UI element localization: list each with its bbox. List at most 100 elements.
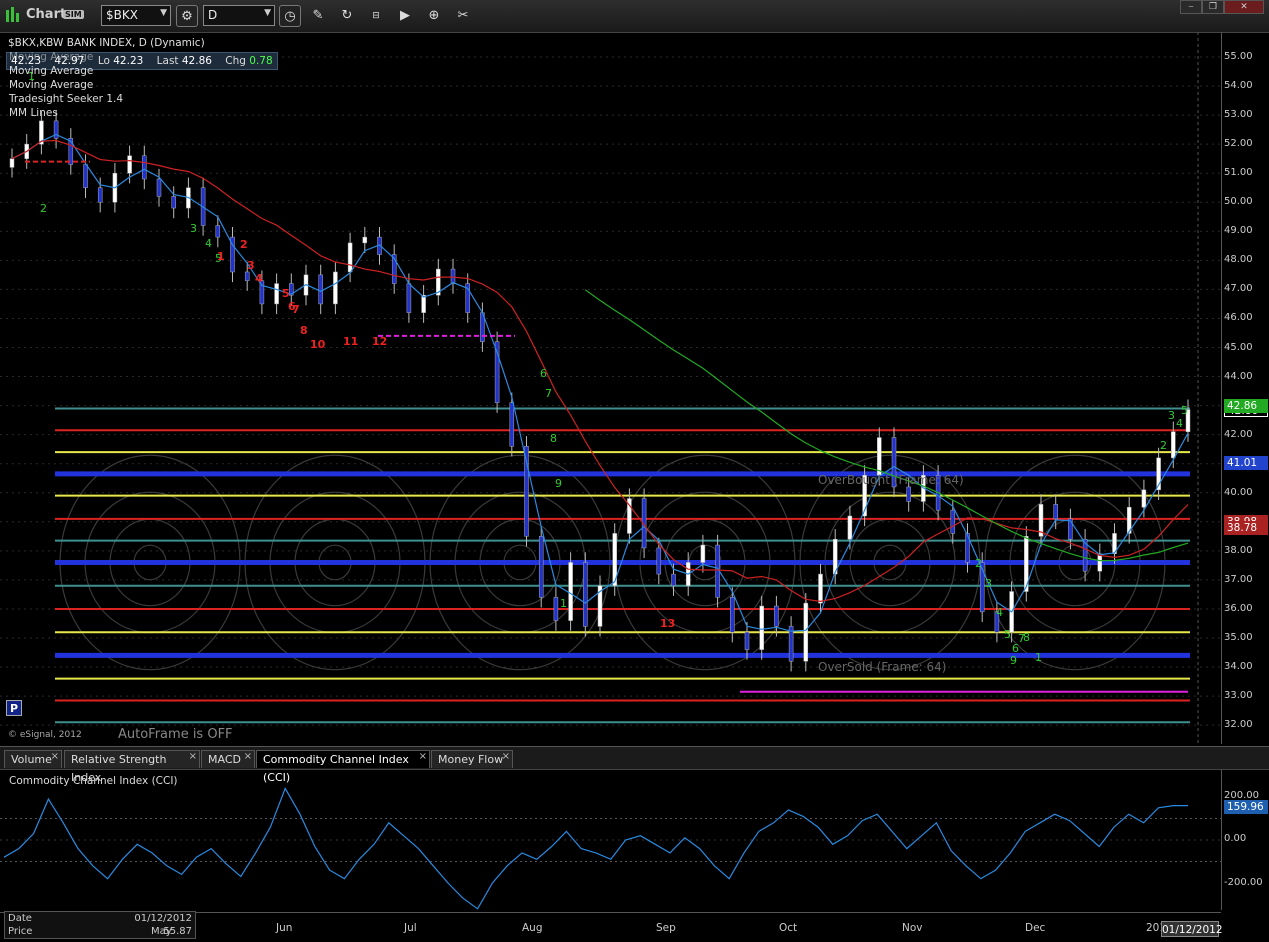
candle [156, 178, 162, 197]
p-button[interactable]: P [6, 700, 22, 716]
get-data-icon[interactable]: ⊟ [365, 5, 387, 27]
seeker-count-red: 3 [247, 259, 255, 272]
cci-axis-label: 0.00 [1224, 833, 1247, 844]
study-label-mm-lines[interactable]: MM Lines [9, 107, 58, 119]
symbol-input[interactable]: $BKX ▼ [101, 5, 171, 26]
date-label: Aug [522, 922, 543, 934]
tab-label: MACD [208, 753, 241, 766]
seeker-count-green: 2 [975, 557, 982, 570]
symbol-value: $BKX [106, 8, 138, 22]
add-study-icon[interactable]: ⊕ [423, 5, 445, 27]
price-axis-label: 35.00 [1224, 632, 1253, 643]
candle [553, 597, 559, 621]
price-axis-label: 42.00 [1224, 428, 1253, 440]
close-icon[interactable]: × [51, 748, 59, 766]
interval-value: D [208, 8, 218, 22]
candle [97, 187, 103, 203]
close-icon[interactable]: × [419, 748, 427, 766]
candle [583, 562, 588, 627]
study-label-ma-2[interactable]: Moving Average [9, 65, 93, 77]
candle [333, 271, 338, 305]
price-axis-label: 54.00 [1224, 80, 1253, 92]
cci-chart[interactable] [0, 770, 1221, 910]
date-label: Nov [902, 922, 923, 934]
chart-window: Chart SIM $BKX ▼ ⚙ D ▼ ◷ ✎ ↻ ⊟ ▶ ⊕ ✂ ⎯ ❐… [0, 0, 1269, 941]
seeker-count-green: 8 [1023, 631, 1030, 644]
candle [171, 196, 176, 209]
candle [818, 573, 823, 604]
date-label: Sep [656, 922, 676, 934]
interval-select[interactable]: D ▼ [203, 5, 275, 26]
window-title: Chart [26, 7, 67, 22]
candle [906, 486, 911, 502]
copyright-text: © eSignal, 2012 [8, 730, 82, 740]
price-axis-label: 52.00 [1224, 138, 1253, 150]
candle [362, 236, 368, 244]
price-axis-label: 55.00 [1224, 51, 1253, 62]
price-axis-label: 48.00 [1224, 254, 1253, 266]
candle [142, 155, 147, 180]
tools-icon[interactable]: ✂ [452, 5, 474, 27]
cci-axis[interactable]: 200.00 0.00 -200.00 159.96 [1221, 770, 1269, 910]
tab-cci[interactable]: Commodity Channel Index (CCI) × [256, 748, 430, 784]
refresh-cycle-icon[interactable]: ↻ [336, 5, 358, 27]
study-label-seeker[interactable]: Tradesight Seeker 1.4 [9, 93, 123, 105]
oversold-label: OverSold (Frame: 64) [818, 660, 947, 674]
info-price-value: 55.87 [163, 926, 192, 937]
seeker-count-red: 2 [240, 238, 248, 251]
close-icon[interactable]: × [502, 748, 510, 766]
current-date-tag: 01/12/2012 [1161, 921, 1223, 937]
date-label: Jun [276, 922, 293, 934]
seeker-count-red: 10 [310, 338, 326, 351]
cursor-info-box: Date 01/12/2012 Price May 55.87 [4, 911, 196, 939]
price-axis-label: 34.00 [1224, 661, 1253, 673]
cci-line [3, 787, 1188, 910]
candle [744, 631, 750, 650]
tab-money-flow[interactable]: Money Flow × [431, 750, 513, 768]
price-chart[interactable]: 123456789123456789 123451234567810 11 1213 [0, 32, 1221, 744]
settings-gear-icon[interactable]: ⚙ [176, 5, 198, 27]
low-value: 42.23 [113, 55, 144, 67]
candle [671, 573, 676, 586]
cci-axis-label: -200.00 [1224, 877, 1263, 888]
chevron-down-icon[interactable]: ▼ [160, 8, 167, 18]
chart-logo-icon [6, 7, 19, 22]
price-axis-label: 37.00 [1224, 573, 1253, 585]
chevron-down-icon[interactable]: ▼ [264, 8, 271, 18]
candle [509, 402, 515, 447]
candle [450, 268, 456, 284]
seeker-count-red: 13 [660, 617, 675, 630]
cci-title: Commodity Channel Index (CCI) [9, 775, 178, 787]
candle [83, 164, 88, 188]
close-icon[interactable]: × [244, 748, 252, 766]
price-axis-label: 47.00 [1224, 283, 1253, 295]
price-axis[interactable]: 55.00 54.00 53.00 52.00 51.00 50.00 49.00 48.00… [1221, 32, 1269, 744]
seeker-count-green: 5 [1181, 404, 1188, 417]
seeker-count-green: 9 [555, 477, 562, 490]
study-label-ma-3[interactable]: Moving Average [9, 79, 93, 91]
tab-volume[interactable]: Volume × [4, 750, 62, 768]
close-icon[interactable]: × [189, 748, 197, 766]
study-label-ma-1[interactable]: Moving Average [9, 51, 93, 63]
pencil-icon[interactable]: ✎ [307, 5, 329, 27]
tab-rsi[interactable]: Relative Strength Index × [64, 748, 200, 784]
seeker-count-green: 8 [550, 432, 557, 445]
low-label: Lo [97, 55, 110, 67]
play-icon[interactable]: ▶ [394, 5, 416, 27]
chg-label: Chg [225, 55, 246, 67]
maximize-button[interactable]: ❐ [1202, 0, 1224, 14]
candle [1141, 489, 1147, 508]
candle [1097, 553, 1103, 572]
date-label: Dec [1025, 922, 1046, 934]
candle [1171, 431, 1176, 459]
price-tag: 41.01 [1224, 456, 1268, 471]
minimize-button[interactable]: ⎯ [1180, 0, 1202, 14]
price-axis-label: 33.00 [1224, 690, 1253, 702]
price-axis-label: 46.00 [1224, 312, 1253, 324]
close-button[interactable]: ✕ [1224, 0, 1264, 14]
clock-icon[interactable]: ◷ [279, 5, 301, 27]
price-axis-label: 44.00 [1224, 370, 1253, 382]
seeker-count-green: 3 [985, 577, 992, 590]
price-axis-label: 32.00 [1224, 719, 1253, 731]
tab-macd[interactable]: MACD × [201, 750, 255, 768]
